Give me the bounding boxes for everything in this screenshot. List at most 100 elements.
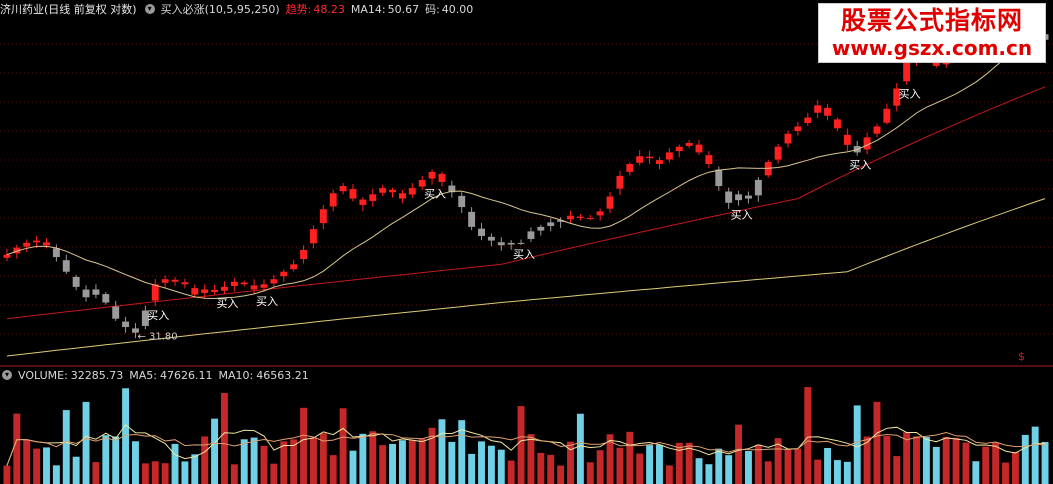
volume-bars [3, 387, 1049, 484]
candle-body [873, 126, 881, 134]
candle-body [527, 231, 535, 239]
candle [685, 139, 693, 149]
candle [468, 207, 476, 231]
price-annotations: ← 31.80 [137, 332, 177, 343]
candle-body [814, 105, 822, 113]
candle-body [211, 289, 219, 293]
indicator-name[interactable]: 买入必涨(10,5,95,250) [161, 1, 280, 17]
candle [824, 104, 832, 121]
candle-body [675, 146, 683, 152]
candle-body [280, 271, 288, 277]
candle-body [220, 286, 228, 291]
candle [398, 189, 406, 204]
volume-bar [62, 410, 70, 484]
candle-body [656, 160, 663, 165]
site-watermark: 股票公式指标网 www.gszx.com.cn [818, 3, 1046, 63]
stock-chart[interactable]: 买入买入 买入买入买入买入买入买入 ← 31.80 $ [0, 0, 1053, 484]
dollar-marker-icon: $ [1018, 350, 1025, 363]
volume-bar [33, 448, 41, 484]
volume-bar [171, 443, 179, 484]
candle [181, 278, 189, 289]
volume-bar [725, 455, 733, 484]
volume-bar [438, 419, 446, 484]
candle-body [567, 215, 574, 220]
volume-bar [418, 438, 426, 484]
candle [23, 239, 31, 253]
volume-bar [290, 439, 298, 484]
candle-body [62, 260, 70, 272]
candle [814, 100, 822, 118]
candle-body [240, 282, 248, 285]
candle-body [151, 284, 159, 301]
candle [290, 259, 298, 272]
volume-bar [211, 418, 219, 484]
volume-bar [497, 449, 505, 484]
candle [112, 300, 120, 321]
candle-body [547, 222, 555, 226]
volume-bar [72, 456, 80, 484]
volume-menu-icon[interactable]: ▾ [2, 370, 12, 380]
candle [656, 156, 663, 170]
candle [735, 190, 743, 206]
volume-bar [517, 406, 525, 484]
volume-bar [942, 436, 950, 484]
volume-bar [843, 461, 851, 484]
candle [161, 275, 169, 288]
buy-signal-label: 买入 [849, 159, 871, 172]
candle-body [833, 119, 841, 129]
candle [606, 191, 614, 214]
candle-body [784, 133, 792, 144]
volume-bar [616, 447, 624, 484]
candle [754, 177, 762, 202]
volume-bar [191, 454, 199, 484]
volume-bar [784, 450, 792, 484]
candle [883, 103, 891, 125]
candle-body [665, 152, 673, 160]
candle [82, 285, 90, 302]
indicator-menu-icon[interactable]: ▾ [144, 4, 155, 14]
candle-body [883, 108, 891, 123]
candle [833, 117, 841, 131]
candle [270, 274, 278, 288]
volume-bar [675, 442, 683, 484]
volume-bar [151, 461, 159, 484]
candle-body [112, 306, 120, 319]
candle [596, 208, 604, 221]
volume-bar [883, 435, 891, 484]
volume-bar [735, 424, 743, 484]
candle [72, 274, 80, 291]
candle [339, 182, 347, 195]
volume-bar [309, 437, 317, 484]
candle-body [468, 211, 476, 227]
volume-bar [636, 453, 644, 484]
volume-bar [280, 441, 288, 484]
candle [695, 139, 703, 155]
candle-body [250, 285, 258, 290]
ma10-value: 46563.21 [256, 368, 309, 382]
volume-bar [665, 465, 673, 484]
volume-bar [43, 447, 50, 484]
candle-body [52, 248, 60, 258]
volume-bar [181, 461, 189, 484]
volume-bar [715, 448, 723, 484]
candle-body [537, 226, 545, 231]
candle-body [507, 242, 515, 245]
candle [300, 245, 308, 264]
candle-body [339, 186, 347, 192]
candle-body [774, 146, 782, 160]
volume-bar [270, 463, 278, 484]
volume-bar [1031, 426, 1039, 484]
candle-body [398, 193, 406, 199]
candle-body [72, 276, 80, 287]
ma10-label: MA10: [218, 368, 254, 382]
candle-body [3, 254, 11, 258]
volume-bar [893, 456, 901, 484]
candle-body [705, 155, 713, 165]
candle-body [33, 240, 41, 243]
candle [675, 144, 683, 158]
volume-bar [329, 455, 337, 484]
candle [379, 184, 387, 196]
buy-signal-label: 买入 [256, 295, 278, 308]
volume-bar [992, 442, 1000, 484]
buy-signal-label: 买入 [731, 209, 753, 222]
